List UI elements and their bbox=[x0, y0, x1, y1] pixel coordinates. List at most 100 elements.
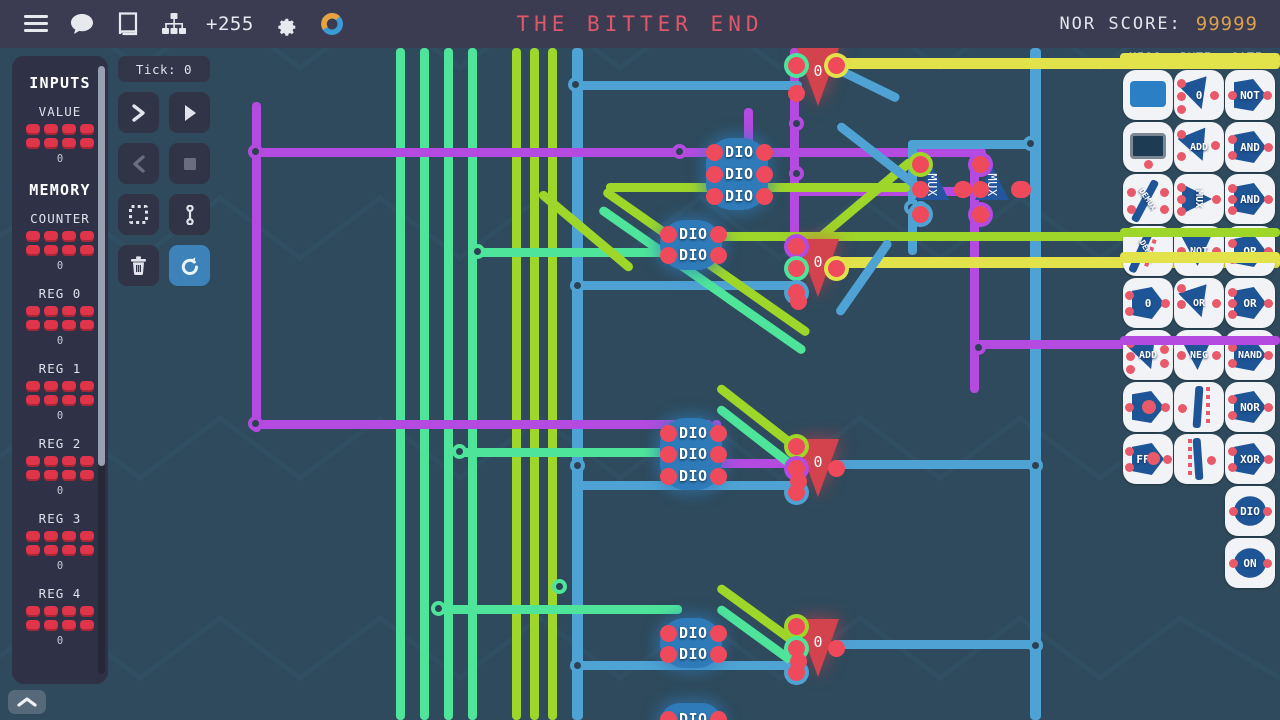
gate-output-port[interactable] bbox=[828, 57, 845, 74]
led-bit[interactable] bbox=[44, 320, 58, 331]
dio-input-port[interactable] bbox=[660, 226, 677, 243]
led-array[interactable] bbox=[12, 531, 108, 556]
led-bit[interactable] bbox=[44, 138, 58, 149]
dio-output-port[interactable] bbox=[710, 625, 727, 642]
wire-green-h-3[interactable] bbox=[434, 605, 682, 614]
not-gate-instance-1[interactable]: 0 bbox=[797, 48, 839, 106]
led-array[interactable] bbox=[12, 381, 108, 406]
led-bit[interactable] bbox=[26, 138, 40, 149]
led-bit[interactable] bbox=[80, 245, 94, 256]
junction-node-9[interactable] bbox=[570, 458, 585, 473]
gate-output-port[interactable] bbox=[828, 260, 845, 277]
gate-input-port-a[interactable] bbox=[788, 57, 805, 74]
register-reg-0[interactable]: REG 0 0 bbox=[12, 286, 108, 347]
and-gate[interactable]: AND bbox=[1225, 122, 1275, 172]
led-bit[interactable] bbox=[62, 231, 76, 242]
gate-input-port-a[interactable] bbox=[788, 238, 805, 255]
led-bit[interactable] bbox=[26, 470, 40, 481]
led-bit[interactable] bbox=[26, 456, 40, 467]
led-component[interactable] bbox=[1123, 382, 1173, 432]
led-bit[interactable] bbox=[80, 231, 94, 242]
led-bit[interactable] bbox=[62, 606, 76, 617]
dio-row[interactable]: DIO bbox=[660, 645, 727, 663]
led-bit[interactable] bbox=[62, 456, 76, 467]
register-counter[interactable]: COUNTER 0 bbox=[12, 211, 108, 272]
gear-icon[interactable] bbox=[272, 10, 300, 38]
dio-output-port[interactable] bbox=[756, 188, 773, 205]
dio-row[interactable]: DIO bbox=[660, 246, 727, 264]
junction-node-5[interactable] bbox=[789, 116, 804, 131]
led-bit[interactable] bbox=[80, 470, 94, 481]
led-bit[interactable] bbox=[26, 531, 40, 542]
led-bit[interactable] bbox=[26, 124, 40, 135]
register-reg-1[interactable]: REG 1 0 bbox=[12, 361, 108, 422]
dio-output-port[interactable] bbox=[710, 468, 727, 485]
led-bit[interactable] bbox=[62, 306, 76, 317]
junction-node-12[interactable] bbox=[1028, 638, 1043, 653]
dio-row[interactable]: DIO bbox=[660, 445, 727, 463]
free-port-2[interactable] bbox=[1011, 181, 1028, 198]
dio-input-port[interactable] bbox=[706, 166, 723, 183]
dio-input-port[interactable] bbox=[660, 625, 677, 642]
wire-blue-h-1[interactable] bbox=[572, 81, 802, 90]
junction-node-8[interactable] bbox=[570, 278, 585, 293]
mux-input-port-b[interactable] bbox=[912, 181, 929, 198]
dio-input-port[interactable] bbox=[706, 188, 723, 205]
dio-output-port[interactable] bbox=[710, 646, 727, 663]
dio-input-port[interactable] bbox=[660, 646, 677, 663]
free-port-5[interactable] bbox=[790, 653, 807, 670]
led-bit[interactable] bbox=[44, 306, 58, 317]
dio-row[interactable]: DIO bbox=[660, 467, 727, 485]
mux-input-port-c[interactable] bbox=[972, 206, 989, 223]
led-bit[interactable] bbox=[62, 620, 76, 631]
mux-input-port-a[interactable] bbox=[912, 156, 929, 173]
led-bit[interactable] bbox=[62, 470, 76, 481]
led-bit[interactable] bbox=[62, 395, 76, 406]
delete-button[interactable] bbox=[118, 245, 159, 286]
led-bit[interactable] bbox=[26, 606, 40, 617]
dio-output-port[interactable] bbox=[710, 226, 727, 243]
led-bit[interactable] bbox=[80, 381, 94, 392]
junction-node-2[interactable] bbox=[248, 416, 263, 431]
led-bit[interactable] bbox=[80, 606, 94, 617]
dio-output-port[interactable] bbox=[710, 711, 727, 720]
wire-lime-h-3[interactable] bbox=[712, 232, 1172, 241]
byte-constant-component[interactable]: 0 bbox=[1174, 70, 1224, 120]
wire-blue-h-2[interactable] bbox=[572, 281, 802, 290]
wire-green-h-2[interactable] bbox=[455, 448, 683, 457]
led-bit[interactable] bbox=[44, 620, 58, 631]
led-bit[interactable] bbox=[44, 545, 58, 556]
led-bit[interactable] bbox=[44, 124, 58, 135]
gate-output-port[interactable] bbox=[828, 460, 845, 477]
led-bit[interactable] bbox=[26, 381, 40, 392]
led-bit[interactable] bbox=[44, 606, 58, 617]
junction-node-3[interactable] bbox=[672, 144, 687, 159]
byte-maker-component[interactable] bbox=[1174, 434, 1224, 484]
not-gate[interactable]: NOT bbox=[1225, 70, 1275, 120]
dio-input-port[interactable] bbox=[660, 425, 677, 442]
byte-splitter-component[interactable] bbox=[1174, 382, 1224, 432]
led-bit[interactable] bbox=[62, 138, 76, 149]
junction-node-7[interactable] bbox=[568, 77, 583, 92]
junction-node-10[interactable] bbox=[570, 658, 585, 673]
led-bit[interactable] bbox=[62, 531, 76, 542]
dio-input-port[interactable] bbox=[660, 446, 677, 463]
register-reg-4[interactable]: REG 4 0 bbox=[12, 586, 108, 647]
dio-input-port[interactable] bbox=[660, 468, 677, 485]
led-bit[interactable] bbox=[26, 320, 40, 331]
or3-gate[interactable]: OR bbox=[1225, 278, 1275, 328]
led-bit[interactable] bbox=[26, 306, 40, 317]
dio-row[interactable]: DIO bbox=[660, 225, 727, 243]
on-gate[interactable]: ON bbox=[1225, 538, 1275, 588]
gate-input-port-a[interactable] bbox=[788, 618, 805, 635]
undo-button[interactable] bbox=[169, 245, 210, 286]
dio-row[interactable]: DIO bbox=[706, 187, 773, 205]
panel-scrollbar[interactable] bbox=[98, 66, 105, 674]
dio-input-port[interactable] bbox=[706, 144, 723, 161]
led-array[interactable] bbox=[12, 124, 108, 149]
dio-output-port[interactable] bbox=[756, 144, 773, 161]
junction-node-15[interactable] bbox=[470, 244, 485, 259]
wire-blue-h-7[interactable] bbox=[908, 140, 1038, 149]
dio-output-port[interactable] bbox=[710, 425, 727, 442]
screen-component[interactable] bbox=[1123, 70, 1173, 120]
